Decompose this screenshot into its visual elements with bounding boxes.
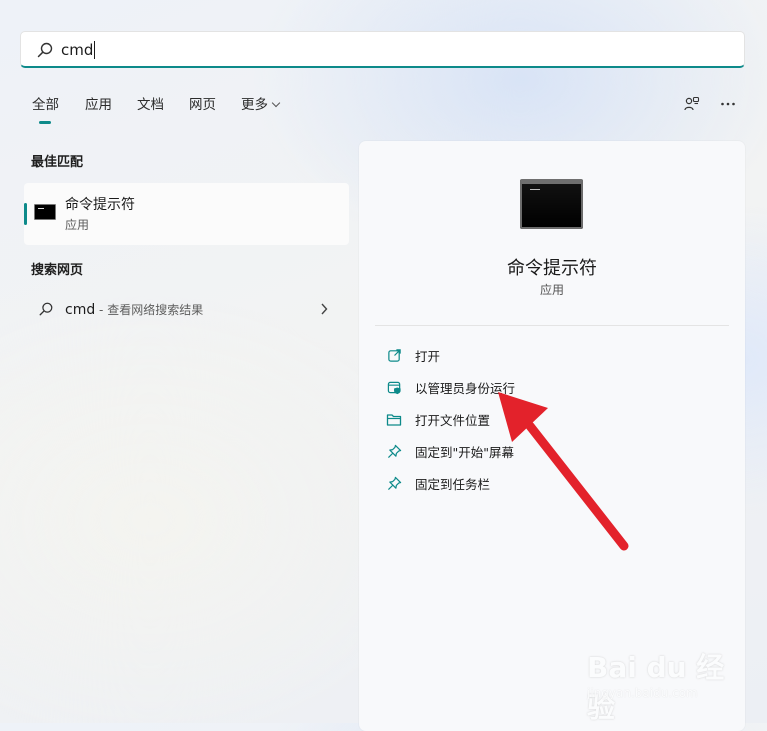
best-match-title: 命令提示符 bbox=[65, 197, 135, 213]
action-pin-to-taskbar-label: 固定到任务栏 bbox=[415, 476, 491, 492]
web-search-suffix: - 查看网络搜索结果 bbox=[95, 303, 204, 317]
web-search-result[interactable]: cmd - 查看网络搜索结果 bbox=[24, 292, 349, 326]
console-line bbox=[530, 189, 540, 190]
tab-all[interactable]: 全部 bbox=[32, 95, 59, 115]
account-switch-button[interactable] bbox=[681, 93, 703, 115]
open-external-icon bbox=[386, 347, 402, 363]
web-search-text: cmd - 查看网络搜索结果 bbox=[65, 299, 203, 318]
folder-icon bbox=[386, 411, 402, 427]
search-input[interactable]: cmd bbox=[20, 31, 745, 68]
text-caret bbox=[94, 41, 96, 59]
watermark-url: jingyan.baidu.com bbox=[587, 686, 698, 700]
search-value: cmd bbox=[61, 41, 94, 59]
tab-documents[interactable]: 文档 bbox=[137, 95, 164, 115]
best-match-heading: 最佳匹配 bbox=[31, 155, 84, 170]
search-query: cmd bbox=[61, 40, 96, 60]
best-match-item[interactable] bbox=[24, 183, 349, 245]
search-icon bbox=[39, 302, 53, 316]
action-run-as-admin-label: 以管理员身份运行 bbox=[415, 380, 516, 396]
action-open[interactable]: 打开 bbox=[386, 344, 440, 366]
admin-shield-icon bbox=[386, 379, 402, 395]
action-pin-to-start-label: 固定到"开始"屏幕 bbox=[415, 444, 514, 460]
baidu-jingyan-watermark: Bai du 经验 jingyan.baidu.com bbox=[585, 640, 745, 724]
action-open-label: 打开 bbox=[415, 348, 441, 364]
best-match-subtitle: 应用 bbox=[65, 218, 90, 232]
tab-more[interactable]: 更多 bbox=[241, 95, 281, 115]
action-run-as-admin[interactable]: 以管理员身份运行 bbox=[386, 376, 515, 398]
action-open-file-location[interactable]: 打开文件位置 bbox=[386, 408, 490, 430]
tab-active-indicator bbox=[39, 121, 51, 124]
detail-subtitle: 应用 bbox=[539, 283, 564, 297]
chevron-right-icon bbox=[321, 303, 328, 315]
tab-web[interactable]: 网页 bbox=[189, 95, 216, 115]
people-icon bbox=[684, 96, 700, 111]
action-pin-to-start[interactable]: 固定到"开始"屏幕 bbox=[386, 440, 514, 462]
detail-divider bbox=[375, 325, 729, 326]
pin-icon bbox=[386, 443, 402, 459]
web-search-heading: 搜索网页 bbox=[31, 263, 84, 278]
action-open-file-location-label: 打开文件位置 bbox=[415, 412, 491, 428]
more-options-button[interactable] bbox=[717, 93, 739, 115]
chevron-down-icon bbox=[271, 98, 281, 108]
selection-accent bbox=[24, 203, 27, 225]
action-pin-to-taskbar[interactable]: 固定到任务栏 bbox=[386, 472, 490, 494]
command-prompt-icon bbox=[34, 204, 56, 220]
tab-more-label: 更多 bbox=[241, 97, 268, 113]
pin-icon bbox=[386, 475, 402, 491]
web-search-query: cmd bbox=[65, 302, 96, 318]
detail-title: 命令提示符 bbox=[507, 258, 597, 279]
command-prompt-large-icon bbox=[520, 179, 583, 229]
ellipsis-icon bbox=[721, 102, 735, 106]
tab-apps[interactable]: 应用 bbox=[85, 95, 112, 115]
search-icon bbox=[37, 42, 53, 58]
